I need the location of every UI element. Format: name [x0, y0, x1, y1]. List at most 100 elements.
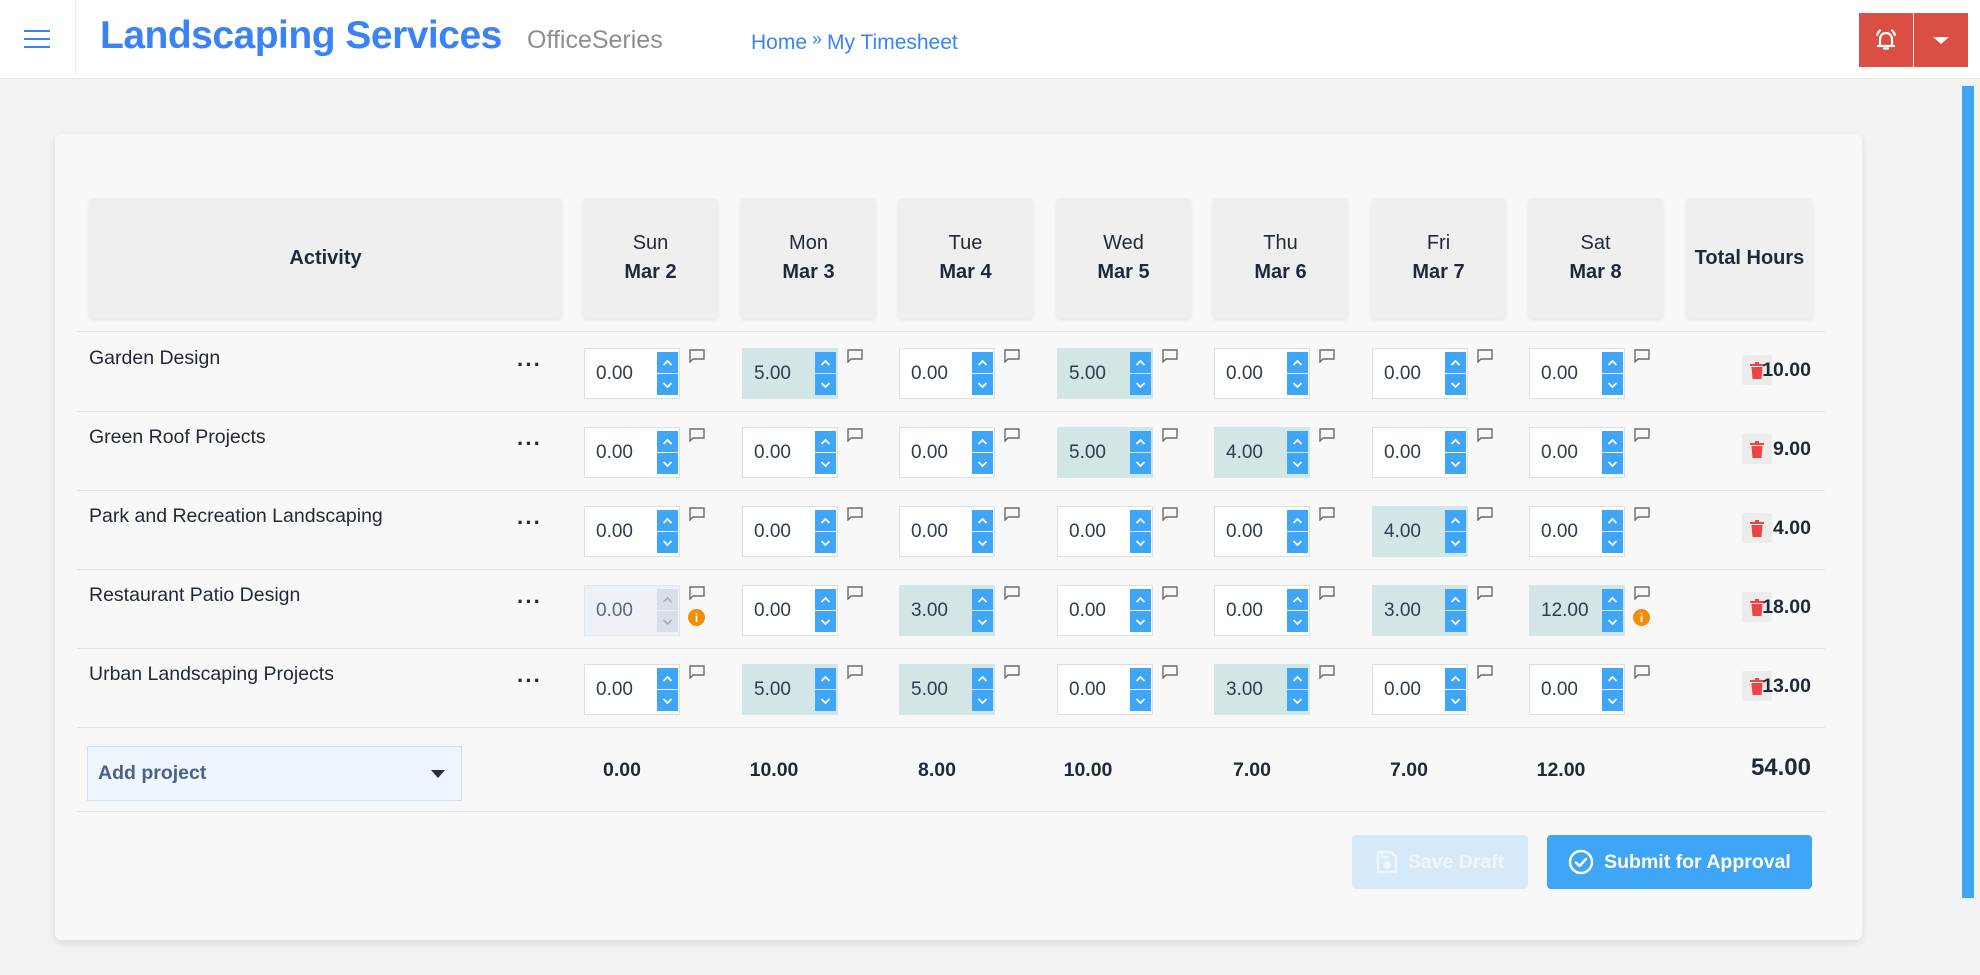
decrement-button[interactable]	[657, 532, 678, 553]
decrement-button[interactable]	[972, 690, 993, 711]
increment-button[interactable]	[1445, 431, 1466, 452]
info-warning-icon[interactable]: i	[688, 609, 705, 626]
decrement-button[interactable]	[657, 453, 678, 474]
hours-input-wed[interactable]	[1057, 427, 1153, 478]
hours-value[interactable]	[1541, 441, 1599, 465]
increment-button[interactable]	[1445, 510, 1466, 531]
hours-value[interactable]	[911, 599, 969, 623]
hours-value[interactable]	[1384, 362, 1442, 386]
hours-value[interactable]	[596, 678, 654, 702]
hours-input-tue[interactable]	[899, 348, 995, 399]
increment-button[interactable]	[1287, 668, 1308, 689]
comment-icon[interactable]	[847, 586, 863, 601]
hours-value[interactable]	[754, 441, 812, 465]
hours-value[interactable]	[754, 520, 812, 544]
decrement-button[interactable]	[1602, 374, 1623, 395]
add-project-dropdown[interactable]: Add project	[87, 746, 462, 801]
comment-icon[interactable]	[1162, 665, 1178, 680]
increment-button[interactable]	[1445, 668, 1466, 689]
info-warning-icon[interactable]: i	[1633, 609, 1650, 626]
comment-icon[interactable]	[689, 428, 705, 443]
increment-button[interactable]	[972, 510, 993, 531]
increment-button[interactable]	[815, 668, 836, 689]
comment-icon[interactable]	[1162, 586, 1178, 601]
hours-value[interactable]	[1069, 441, 1127, 465]
comment-icon[interactable]	[1477, 428, 1493, 443]
row-more-options-button[interactable]: ···	[517, 510, 542, 536]
hours-value[interactable]	[1384, 520, 1442, 544]
increment-button[interactable]	[657, 668, 678, 689]
decrement-button[interactable]	[815, 690, 836, 711]
decrement-button[interactable]	[1445, 611, 1466, 632]
breadcrumb-home[interactable]: Home	[751, 31, 807, 55]
increment-button[interactable]	[1602, 510, 1623, 531]
comment-icon[interactable]	[847, 349, 863, 364]
hours-input-tue[interactable]	[899, 585, 995, 636]
hours-input-fri[interactable]	[1372, 664, 1468, 715]
hours-input-sat[interactable]	[1529, 427, 1625, 478]
hours-input-tue[interactable]	[899, 506, 995, 557]
hours-value[interactable]	[911, 362, 969, 386]
hours-value[interactable]	[754, 678, 812, 702]
increment-button[interactable]	[1445, 589, 1466, 610]
increment-button[interactable]	[1287, 352, 1308, 373]
hours-input-mon[interactable]	[742, 348, 838, 399]
decrement-button[interactable]	[1445, 532, 1466, 553]
decrement-button[interactable]	[1445, 690, 1466, 711]
hours-value[interactable]	[754, 362, 812, 386]
comment-icon[interactable]	[1162, 349, 1178, 364]
decrement-button[interactable]	[815, 374, 836, 395]
comment-icon[interactable]	[1319, 428, 1335, 443]
hours-value[interactable]	[1069, 678, 1127, 702]
row-more-options-button[interactable]: ···	[517, 431, 542, 457]
increment-button[interactable]	[1130, 668, 1151, 689]
decrement-button[interactable]	[815, 532, 836, 553]
increment-button[interactable]	[1130, 510, 1151, 531]
comment-icon[interactable]	[1319, 349, 1335, 364]
decrement-button[interactable]	[1287, 690, 1308, 711]
hours-value[interactable]	[1541, 599, 1599, 623]
hours-value[interactable]	[596, 520, 654, 544]
hours-value[interactable]	[1069, 599, 1127, 623]
hours-input-thu[interactable]	[1214, 506, 1310, 557]
submit-for-approval-button[interactable]: Submit for Approval	[1547, 835, 1812, 889]
delete-row-button[interactable]	[1742, 513, 1772, 543]
decrement-button[interactable]	[657, 374, 678, 395]
comment-icon[interactable]	[689, 586, 705, 601]
notifications-button[interactable]	[1859, 13, 1913, 67]
hours-input-sun[interactable]	[584, 348, 680, 399]
comment-icon[interactable]	[847, 428, 863, 443]
hours-input-thu[interactable]	[1214, 585, 1310, 636]
decrement-button[interactable]	[1287, 532, 1308, 553]
decrement-button[interactable]	[1602, 453, 1623, 474]
hours-value[interactable]	[1384, 599, 1442, 623]
hamburger-menu-icon[interactable]	[24, 28, 52, 50]
comment-icon[interactable]	[1477, 349, 1493, 364]
increment-button[interactable]	[815, 431, 836, 452]
hours-input-tue[interactable]	[899, 427, 995, 478]
increment-button[interactable]	[1130, 589, 1151, 610]
comment-icon[interactable]	[1477, 586, 1493, 601]
increment-button[interactable]	[1287, 589, 1308, 610]
increment-button[interactable]	[1602, 589, 1623, 610]
hours-input-sat[interactable]	[1529, 506, 1625, 557]
decrement-button[interactable]	[1287, 453, 1308, 474]
decrement-button[interactable]	[972, 611, 993, 632]
hours-input-tue[interactable]	[899, 664, 995, 715]
hours-value[interactable]	[754, 599, 812, 623]
hours-input-wed[interactable]	[1057, 506, 1153, 557]
hours-value[interactable]	[596, 441, 654, 465]
increment-button[interactable]	[1130, 352, 1151, 373]
decrement-button[interactable]	[815, 611, 836, 632]
hours-input-fri[interactable]	[1372, 585, 1468, 636]
decrement-button[interactable]	[972, 453, 993, 474]
hours-input-mon[interactable]	[742, 664, 838, 715]
row-more-options-button[interactable]: ···	[517, 589, 542, 615]
increment-button[interactable]	[657, 352, 678, 373]
increment-button[interactable]	[1445, 352, 1466, 373]
decrement-button[interactable]	[972, 532, 993, 553]
hours-input-wed[interactable]	[1057, 348, 1153, 399]
decrement-button[interactable]	[1602, 690, 1623, 711]
comment-icon[interactable]	[1634, 507, 1650, 522]
increment-button[interactable]	[815, 589, 836, 610]
